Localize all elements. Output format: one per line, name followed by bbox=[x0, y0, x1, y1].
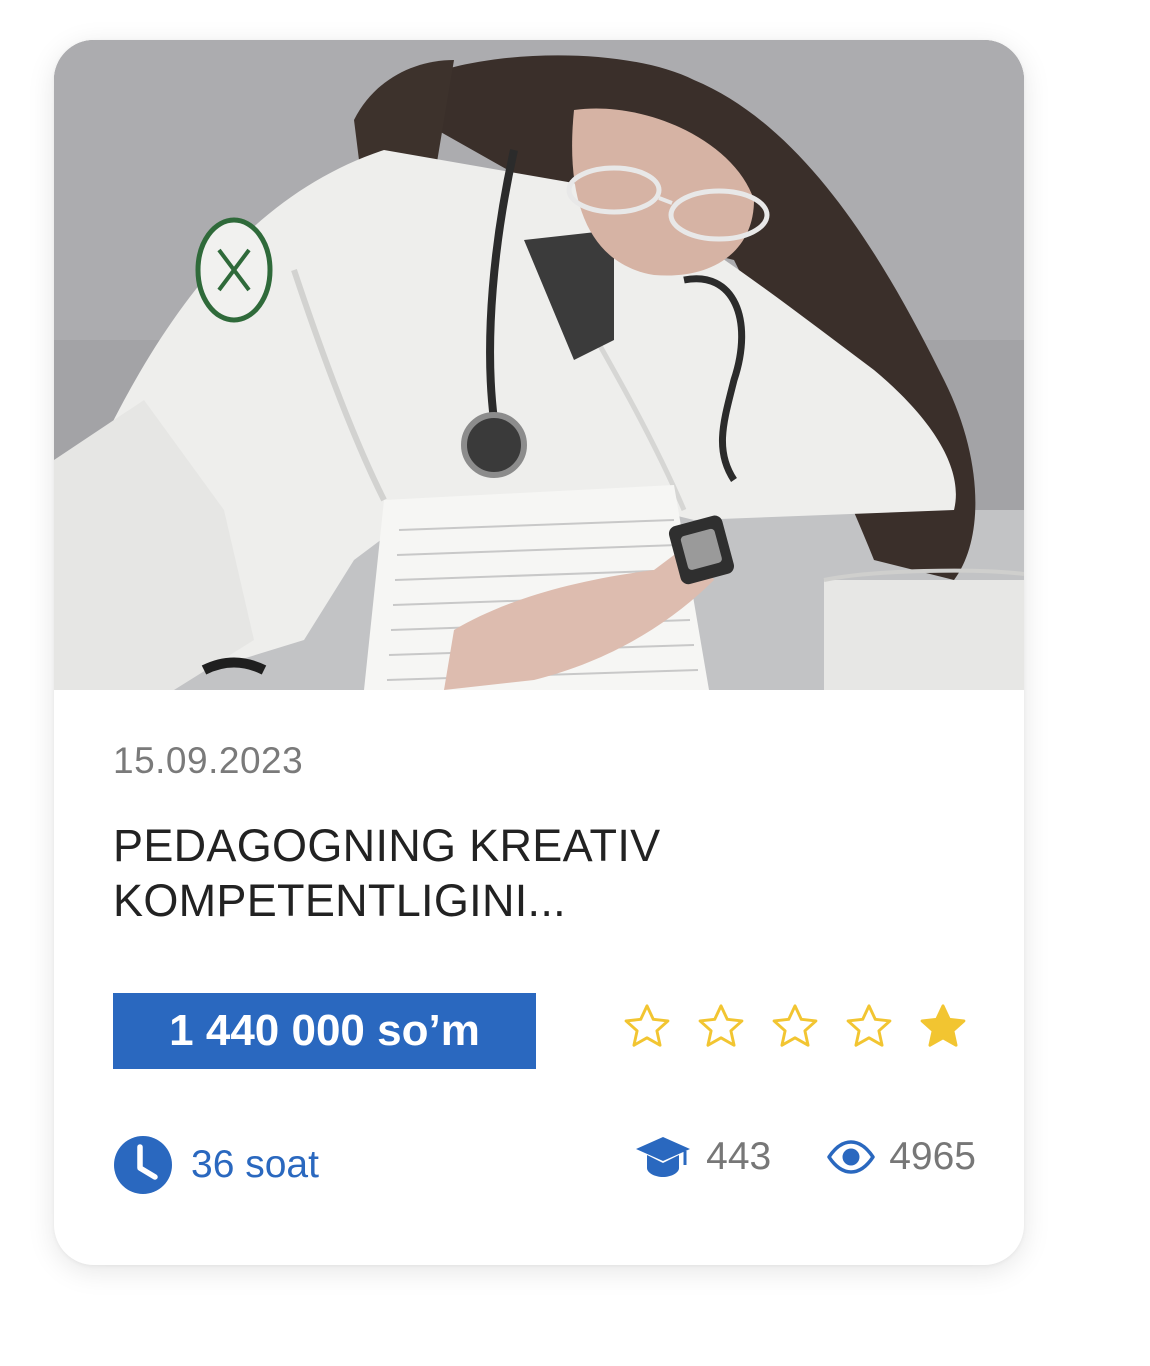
students-count: 443 bbox=[706, 1135, 772, 1178]
star-filled-icon[interactable] bbox=[916, 1000, 970, 1054]
star-outline-icon[interactable] bbox=[842, 1000, 896, 1054]
graduation-cap-icon bbox=[636, 1137, 691, 1177]
course-title[interactable]: PEDAGOGNING KREATIV KOMPETENTLIGINI... bbox=[113, 818, 953, 928]
course-date: 15.09.2023 bbox=[113, 740, 304, 781]
price-badge: 1 440 000 so’m bbox=[113, 993, 536, 1069]
star-outline-icon[interactable] bbox=[768, 1000, 822, 1054]
star-outline-icon[interactable] bbox=[694, 1000, 748, 1054]
course-title-line-2: KOMPETENTLIGINI... bbox=[113, 875, 566, 926]
course-stats: 443 4965 bbox=[634, 1135, 976, 1179]
course-duration: 36 soat bbox=[113, 1135, 319, 1195]
star-outline-icon[interactable] bbox=[620, 1000, 674, 1054]
course-title-line-1: PEDAGOGNING KREATIV bbox=[113, 820, 661, 871]
students-stat: 443 bbox=[634, 1135, 771, 1179]
course-photo-illustration bbox=[54, 40, 1024, 690]
eye-icon bbox=[827, 1140, 875, 1174]
views-count: 4965 bbox=[889, 1135, 976, 1178]
duration-text: 36 soat bbox=[191, 1143, 319, 1186]
star-rating[interactable] bbox=[620, 1000, 970, 1054]
course-photo[interactable] bbox=[54, 40, 1024, 690]
views-stat: 4965 bbox=[827, 1135, 976, 1179]
clock-icon bbox=[114, 1136, 172, 1194]
course-card[interactable]: 15.09.2023 PEDAGOGNING KREATIV KOMPETENT… bbox=[54, 40, 1024, 1265]
